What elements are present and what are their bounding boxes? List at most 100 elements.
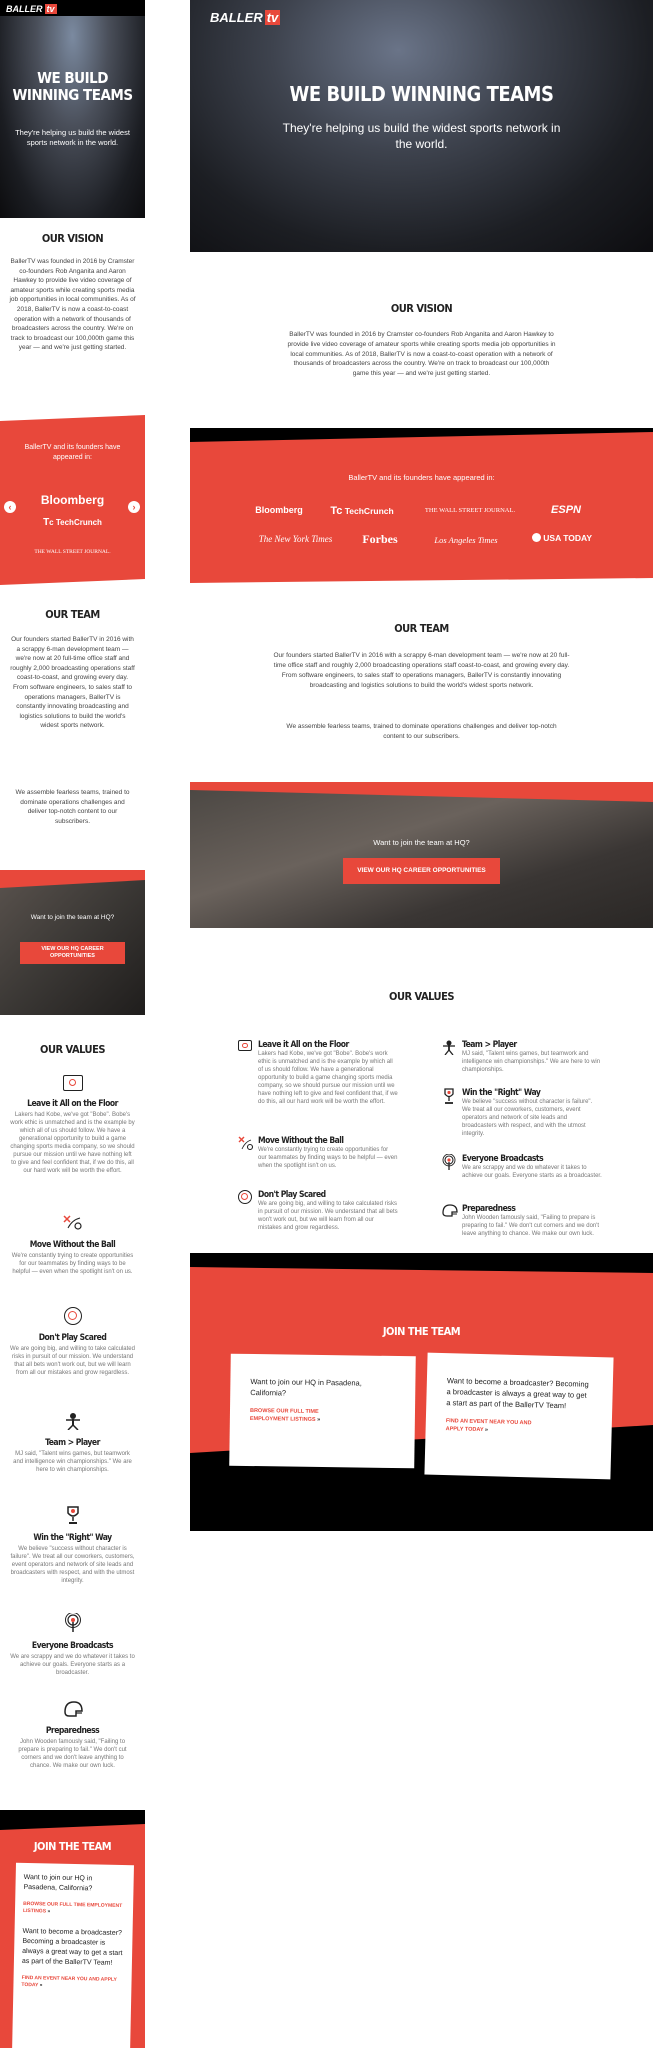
desktop-vision-heading: OUR VISION xyxy=(390,302,453,315)
desktop-value-title: Preparedness xyxy=(462,1204,516,1214)
desktop-view: BALLER tv WE BUILD WINNING TEAMS They're … xyxy=(190,0,653,2048)
mobile-team-heading: OUR TEAM xyxy=(45,608,100,621)
double-chevron-icon: » xyxy=(39,1982,43,1989)
card2-text: Want to become a broadcaster? Becoming a… xyxy=(446,1376,589,1411)
mobile-value-1: Leave it All on the Floor Lakers had Kob… xyxy=(0,1075,145,1175)
card2-link[interactable]: FIND AN EVENT NEAR YOU AND APPLY TODAY » xyxy=(426,1408,567,1437)
mobile-value-title: Team > Player xyxy=(45,1438,100,1448)
card2-text: Want to become a broadcaster? Becoming a… xyxy=(21,1927,123,1967)
press-logo-usatoday: USA TODAY xyxy=(524,533,600,543)
mobile-team-p2: We assemble fearless teams, trained to d… xyxy=(15,789,130,825)
mobile-value-title: Preparedness xyxy=(45,1726,100,1736)
press-logo-forbes: Forbes xyxy=(362,532,398,546)
mobile-hero: BALLER tv WE BUILD WINNING TEAMS They're … xyxy=(0,0,145,218)
double-chevron-icon: » xyxy=(484,1426,489,1433)
press-logo-techcrunch: Tc TechCrunch xyxy=(330,505,394,517)
desktop-value-title: Don't Play Scared xyxy=(258,1190,326,1200)
play-diagram-icon xyxy=(62,1214,84,1232)
desktop-logo[interactable]: BALLER tv xyxy=(210,10,281,25)
desktop-value-title: Everyone Broadcasts xyxy=(462,1154,544,1164)
desktop-team-heading: OUR TEAM xyxy=(394,622,449,635)
mobile-view: BALLER tv WE BUILD WINNING TEAMS They're … xyxy=(0,0,145,2048)
desktop-value-5: Win the "Right" Way We believe "success … xyxy=(442,1088,612,1138)
desktop-value-body: Lakers had Kobe, we've got "Bobe". Bobe'… xyxy=(258,1051,398,1105)
desktop-value-body: We believe "success without character is… xyxy=(462,1099,593,1137)
desktop-hero-title: WE BUILD WINNING TEAMS xyxy=(289,82,554,106)
mobile-vision-body: BallerTV was founded in 2016 by Cramster… xyxy=(9,258,136,352)
card1-text: Want to join our HQ in Pasadena, Califor… xyxy=(250,1376,362,1398)
mobile-careers-button[interactable]: VIEW OUR HQ CAREER OPPORTUNITIES xyxy=(20,942,125,964)
press-logo-wsj: THE WALL STREET JOURNAL. xyxy=(424,507,516,514)
desktop-value-body: We're constantly trying to create opport… xyxy=(258,1147,398,1169)
desktop-value-title: Win the "Right" Way xyxy=(462,1088,541,1098)
mobile-vision-heading: OUR VISION xyxy=(41,232,104,245)
mobile-logo[interactable]: BALLER tv xyxy=(6,4,57,14)
carousel-next-icon[interactable]: › xyxy=(128,501,140,513)
desktop-value-2: Move Without the Ball We're constantly t… xyxy=(238,1136,408,1170)
desktop-hero: BALLER tv WE BUILD WINNING TEAMS They're … xyxy=(190,0,653,252)
desktop-careers-banner: Want to join the team at HQ? VIEW OUR HQ… xyxy=(190,782,653,928)
card1-link[interactable]: BROWSE OUR FULL TIME EMPLOYMENT LISTINGS… xyxy=(15,1893,133,1917)
mobile-value-6: Everyone Broadcasts We are scrappy and w… xyxy=(0,1613,145,1677)
mobile-value-body: We believe "success without character is… xyxy=(10,1546,135,1584)
desktop-value-body: We are going big, and willing to take ca… xyxy=(258,1201,398,1231)
press-logo-bloomberg: Bloomberg xyxy=(255,505,303,515)
desktop-join-card-1: Want to join our HQ in Pasadena, Califor… xyxy=(229,1353,416,1469)
mobile-join-section: JOIN THE TEAM Want to join our HQ in Pas… xyxy=(0,1810,145,2048)
mobile-hero-subtitle: They're helping us build the widest spor… xyxy=(15,128,130,147)
double-chevron-icon: » xyxy=(47,1908,51,1915)
card1-text: Want to join our HQ in Pasadena, Califor… xyxy=(23,1873,93,1893)
mobile-value-body: John Wooden famously said, "Failing to p… xyxy=(18,1739,127,1769)
press-logo-bloomberg: Bloomberg xyxy=(40,493,105,507)
desktop-join-section: JOIN THE TEAM Want to join our HQ in Pas… xyxy=(190,1253,653,1531)
mobile-value-title: Don't Play Scared xyxy=(38,1333,107,1343)
mobile-value-title: Everyone Broadcasts xyxy=(31,1641,114,1651)
mobile-join-heading: JOIN THE TEAM xyxy=(33,1840,112,1853)
helmet-icon xyxy=(63,1700,83,1718)
desktop-value-title: Move Without the Ball xyxy=(258,1136,344,1146)
mobile-press-intro: BallerTV and its founders have appeared … xyxy=(24,444,121,461)
mobile-careers-banner: Want to join the team at HQ? VIEW OUR HQ… xyxy=(0,870,145,1015)
desktop-value-6: Everyone Broadcasts We are scrappy and w… xyxy=(442,1154,612,1180)
desktop-careers-button[interactable]: VIEW OUR HQ CAREER OPPORTUNITIES xyxy=(343,858,500,884)
mobile-value-2: Move Without the Ball We're constantly t… xyxy=(0,1214,145,1276)
trophy-icon xyxy=(442,1088,456,1104)
trophy-icon xyxy=(64,1505,82,1525)
desktop-value-4: Team > Player MJ said, "Talent wins game… xyxy=(442,1040,612,1074)
carousel-prev-icon[interactable]: ‹ xyxy=(4,501,16,513)
mobile-value-title: Move Without the Ball xyxy=(29,1240,116,1250)
desktop-careers-prompt: Want to join the team at HQ? xyxy=(373,838,470,847)
desktop-press-intro: BallerTV and its founders have appeared … xyxy=(348,473,495,482)
mobile-value-body: We're constantly trying to create opport… xyxy=(11,1253,134,1275)
desktop-value-7: Preparedness John Wooden famously said, … xyxy=(442,1204,612,1238)
desktop-vision-body: BallerTV was founded in 2016 by Cramster… xyxy=(287,331,556,378)
desktop-value-body: MJ said, "Talent wins games, but teamwor… xyxy=(462,1051,601,1073)
tv-icon xyxy=(62,1075,83,1091)
desktop-team-p1: Our founders started BallerTV in 2016 wi… xyxy=(273,652,570,689)
mobile-value-body: Lakers had Kobe, we've got "Bobe". Bobe'… xyxy=(10,1112,135,1174)
desktop-value-body: John Wooden famously said, "Failing to p… xyxy=(462,1215,600,1237)
mobile-careers-prompt: Want to join the team at HQ? xyxy=(30,914,115,921)
card1-link[interactable]: BROWSE OUR FULL TIME EMPLOYMENT LISTINGS… xyxy=(230,1398,370,1425)
mobile-values-heading: OUR VALUES xyxy=(40,1043,105,1056)
mobile-value-4: Team > Player MJ said, "Talent wins game… xyxy=(0,1412,145,1474)
mobile-value-body: We are going big, and willing to take ca… xyxy=(10,1346,135,1376)
player-icon xyxy=(64,1412,82,1430)
desktop-values-heading: OUR VALUES xyxy=(389,990,454,1003)
broadcast-icon xyxy=(442,1154,456,1170)
desktop-team-p2: We assemble fearless teams, trained to d… xyxy=(286,723,557,740)
card2-link[interactable]: FIND AN EVENT NEAR YOU AND APPLY TODAY » xyxy=(13,1967,131,1991)
broadcast-icon xyxy=(64,1613,82,1633)
player-icon xyxy=(442,1040,456,1055)
mobile-team-p1: Our founders started BallerTV in 2016 wi… xyxy=(10,636,135,730)
mobile-value-title: Win the "Right" Way xyxy=(33,1533,112,1543)
desktop-press-section: BallerTV and its founders have appeared … xyxy=(190,428,653,583)
desktop-join-heading: JOIN THE TEAM xyxy=(382,1325,461,1338)
mobile-value-body: MJ said, "Talent wins games, but teamwor… xyxy=(13,1451,132,1473)
desktop-value-title: Leave it All on the Floor xyxy=(258,1040,349,1050)
mobile-value-title: Leave it All on the Floor xyxy=(27,1099,118,1109)
desktop-join-card-2: Want to become a broadcaster? Becoming a… xyxy=(424,1352,614,1480)
press-logo-nyt: The New York Times xyxy=(258,534,333,544)
desktop-value-3: Don't Play Scared We are going big, and … xyxy=(238,1190,408,1232)
desktop-value-1: Leave it All on the Floor Lakers had Kob… xyxy=(238,1040,408,1106)
